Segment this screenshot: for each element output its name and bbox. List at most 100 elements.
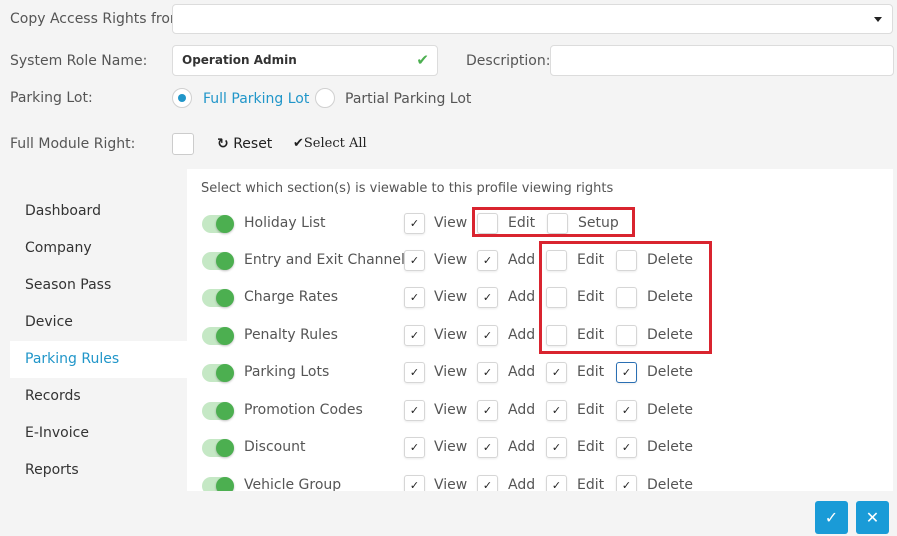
sidebar-item-reports[interactable]: Reports	[10, 452, 187, 489]
table-row: Promotion Codes ✓ View ✓ Add ✓ Edit ✓ De…	[187, 400, 893, 422]
view-label: View	[434, 364, 468, 380]
highlight-box-holiday	[472, 207, 635, 237]
edit-checkbox[interactable]: ✓	[546, 400, 567, 421]
row-name: Penalty Rules	[244, 327, 338, 343]
view-label: View	[434, 215, 468, 231]
view-label: View	[434, 327, 468, 343]
add-label: Add	[508, 402, 536, 418]
row-name: Entry and Exit Channels	[244, 252, 413, 268]
add-label: Add	[508, 439, 536, 455]
add-checkbox[interactable]: ✓	[477, 400, 498, 421]
row-name: Vehicle Group	[244, 477, 342, 491]
sidebar-item-dashboard[interactable]: Dashboard	[10, 193, 187, 230]
edit-checkbox[interactable]: ✓	[546, 437, 567, 458]
parking-lot-label: Parking Lot:	[10, 90, 93, 106]
full-module-right-checkbox[interactable]	[172, 133, 194, 155]
full-parking-lot-label[interactable]: Full Parking Lot	[203, 91, 309, 107]
delete-label: Delete	[647, 439, 693, 455]
table-row: Discount ✓ View ✓ Add ✓ Edit ✓ Delete	[187, 437, 893, 459]
copy-access-select[interactable]	[172, 4, 893, 34]
add-label: Add	[508, 327, 536, 343]
row-toggle[interactable]	[202, 215, 234, 233]
sidebar-item-device[interactable]: Device	[10, 304, 187, 341]
check-icon: ✓	[824, 508, 839, 527]
confirm-button[interactable]: ✓	[815, 501, 848, 534]
delete-checkbox[interactable]: ✓	[616, 400, 637, 421]
row-toggle[interactable]	[202, 289, 234, 307]
role-name-label: System Role Name:	[10, 53, 148, 69]
row-name: Parking Lots	[244, 364, 330, 380]
view-checkbox[interactable]: ✓	[404, 250, 425, 271]
full-module-right-label: Full Module Right:	[10, 136, 136, 152]
checkmark-icon: ✔	[293, 136, 304, 151]
view-checkbox[interactable]: ✓	[404, 287, 425, 308]
highlight-box-edit-delete	[539, 241, 712, 354]
select-all-label: Select All	[303, 136, 367, 151]
add-label: Add	[508, 289, 536, 305]
sidebar-item-season-pass[interactable]: Season Pass	[10, 267, 187, 304]
cancel-button[interactable]: ✕	[856, 501, 889, 534]
sidebar: Dashboard Company Season Pass Device Par…	[10, 193, 187, 489]
row-toggle[interactable]	[202, 364, 234, 382]
view-checkbox[interactable]: ✓	[404, 437, 425, 458]
add-checkbox[interactable]: ✓	[477, 475, 498, 491]
add-checkbox[interactable]: ✓	[477, 437, 498, 458]
description-input[interactable]	[550, 45, 894, 76]
copy-access-label: Copy Access Rights from:	[10, 11, 189, 27]
delete-checkbox[interactable]: ✓	[616, 437, 637, 458]
row-name: Discount	[244, 439, 306, 455]
edit-label: Edit	[577, 439, 605, 455]
edit-checkbox[interactable]: ✓	[546, 475, 567, 491]
refresh-icon: ↻	[217, 136, 229, 152]
row-toggle[interactable]	[202, 439, 234, 457]
view-checkbox[interactable]: ✓	[404, 475, 425, 491]
sidebar-item-parking-rules[interactable]: Parking Rules	[10, 341, 187, 378]
edit-label: Edit	[577, 402, 605, 418]
view-label: View	[434, 289, 468, 305]
check-icon: ✔	[416, 51, 429, 69]
view-label: View	[434, 439, 468, 455]
row-toggle[interactable]	[202, 327, 234, 345]
table-row: Vehicle Group ✓ View ✓ Add ✓ Edit ✓ Dele…	[187, 475, 893, 491]
full-parking-lot-radio[interactable]	[172, 88, 192, 108]
partial-parking-lot-radio[interactable]	[315, 88, 335, 108]
view-checkbox[interactable]: ✓	[404, 400, 425, 421]
edit-label: Edit	[577, 364, 605, 380]
row-name: Charge Rates	[244, 289, 339, 305]
sidebar-item-records[interactable]: Records	[10, 378, 187, 415]
view-label: View	[434, 477, 468, 491]
reset-label: Reset	[233, 136, 273, 152]
delete-label: Delete	[647, 364, 693, 380]
delete-label: Delete	[647, 402, 693, 418]
description-label: Description:	[466, 53, 551, 69]
role-name-input[interactable]: Operation Admin ✔	[172, 45, 438, 76]
edit-label: Edit	[577, 477, 605, 491]
delete-checkbox[interactable]: ✓	[616, 362, 637, 383]
chevron-down-icon	[874, 17, 882, 22]
view-checkbox[interactable]: ✓	[404, 325, 425, 346]
add-checkbox[interactable]: ✓	[477, 250, 498, 271]
add-checkbox[interactable]: ✓	[477, 325, 498, 346]
select-all-button[interactable]: ✔Select All	[293, 136, 367, 151]
sidebar-item-company[interactable]: Company	[10, 230, 187, 267]
delete-checkbox[interactable]: ✓	[616, 475, 637, 491]
add-label: Add	[508, 477, 536, 491]
row-name: Promotion Codes	[244, 402, 363, 418]
reset-button[interactable]: ↻ Reset	[217, 136, 272, 152]
view-checkbox[interactable]: ✓	[404, 362, 425, 383]
partial-parking-lot-label[interactable]: Partial Parking Lot	[345, 91, 471, 107]
add-label: Add	[508, 364, 536, 380]
row-toggle[interactable]	[202, 402, 234, 420]
close-icon: ✕	[865, 508, 880, 527]
view-label: View	[434, 252, 468, 268]
edit-checkbox[interactable]: ✓	[546, 362, 567, 383]
sidebar-item-e-invoice[interactable]: E-Invoice	[10, 415, 187, 452]
view-label: View	[434, 402, 468, 418]
row-toggle[interactable]	[202, 477, 234, 491]
add-checkbox[interactable]: ✓	[477, 362, 498, 383]
table-row: Parking Lots ✓ View ✓ Add ✓ Edit ✓ Delet…	[187, 362, 893, 384]
role-name-value: Operation Admin	[182, 53, 297, 67]
row-toggle[interactable]	[202, 252, 234, 270]
view-checkbox[interactable]: ✓	[404, 213, 425, 234]
add-checkbox[interactable]: ✓	[477, 287, 498, 308]
